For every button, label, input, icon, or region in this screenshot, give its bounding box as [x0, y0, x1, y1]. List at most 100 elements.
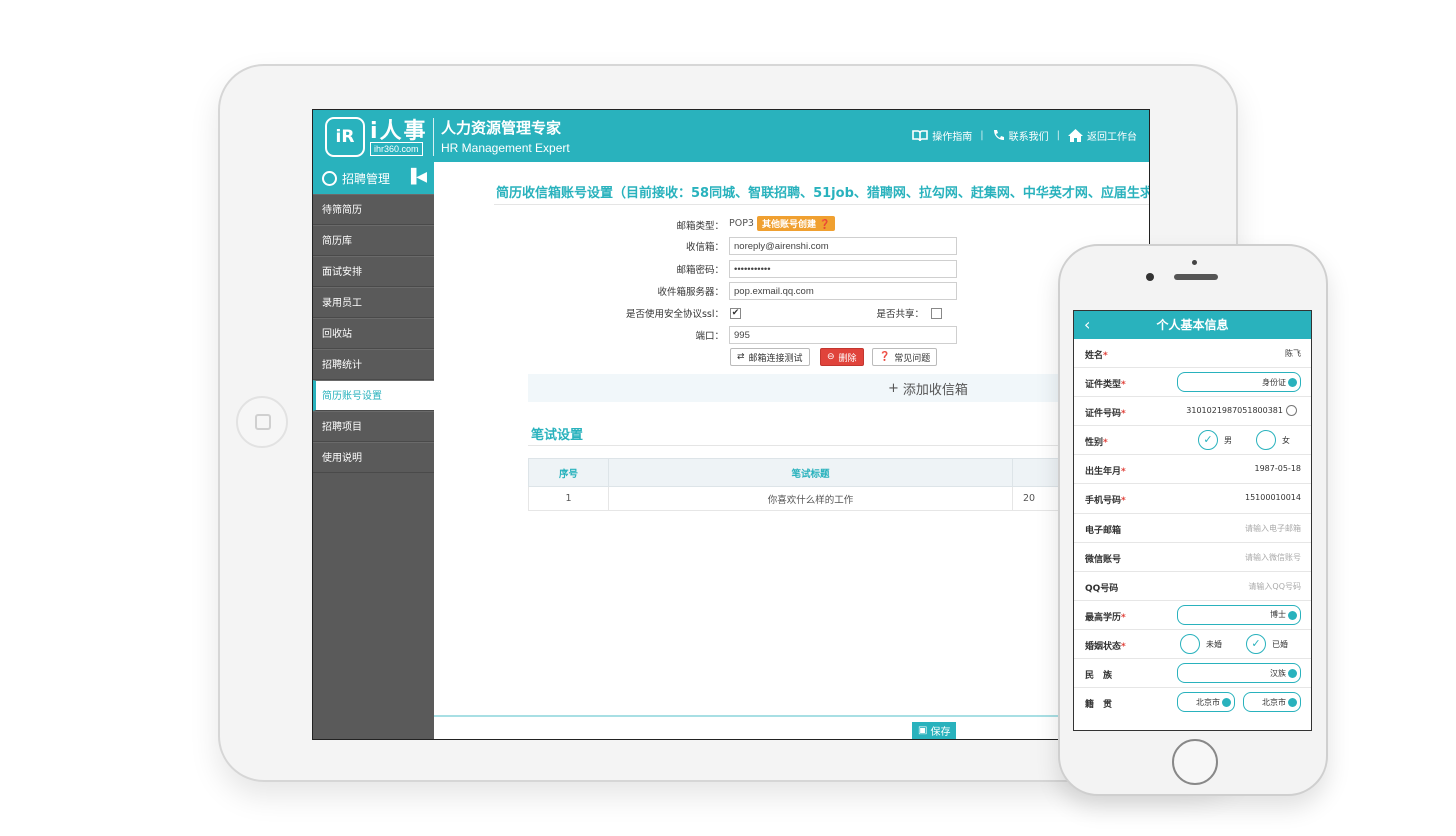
list-item[interactable]: 出生年月* 1987-05-18 — [1074, 455, 1311, 485]
select-value: 北京市 — [1196, 697, 1220, 707]
field-label: 籍 贯 — [1085, 700, 1113, 711]
wechat-input[interactable]: 请输入微信账号 — [1245, 552, 1301, 563]
phone-header: ‹ 个人基本信息 — [1074, 311, 1311, 339]
sidebar-item-hired[interactable]: 录用员工 — [313, 287, 434, 318]
list-item[interactable]: 婚姻状态* 未婚 ✓ 已婚 — [1074, 630, 1311, 660]
nav-contact[interactable]: 联系我们 — [992, 128, 1049, 143]
save-button[interactable]: ▣ 保存 — [912, 722, 957, 739]
exam-section-divider — [528, 445, 1149, 446]
required-mark: * — [1103, 438, 1108, 449]
page-title: 简历收信箱账号设置（目前接收：58同城、智联招聘、51job、猎聘网、拉勾网、赶… — [496, 186, 1150, 201]
brand-subtitle: HR Management Expert — [441, 141, 570, 155]
phone-sensor — [1192, 260, 1197, 265]
server-label: 收件箱服务器： — [657, 287, 724, 298]
ethnicity-select[interactable]: 汉族 — [1177, 663, 1301, 684]
sidebar-item-pending-resumes[interactable]: 待筛简历 — [313, 194, 434, 225]
list-item[interactable]: 籍 贯 北京市 北京市 — [1074, 688, 1311, 717]
nav-guide-label: 操作指南 — [932, 132, 973, 143]
back-chevron-icon[interactable]: ‹ — [1084, 311, 1090, 339]
email-input[interactable]: 请输入电子邮箱 — [1245, 523, 1301, 534]
education-select[interactable]: 博士 — [1177, 604, 1301, 625]
exam-table: 序号 笔试标题 1 你喜欢什么样的工作 20 — [528, 458, 1149, 511]
sidebar-item-statistics[interactable]: 招聘统计 — [313, 349, 434, 380]
gender-male-radio[interactable]: ✓ — [1198, 430, 1218, 451]
sidebar-item-account-settings[interactable]: 简历账号设置 — [313, 380, 434, 411]
chevron-down-icon — [1222, 698, 1231, 708]
refresh-icon[interactable] — [1286, 405, 1297, 417]
list-item[interactable]: 微信账号 请输入微信账号 — [1074, 543, 1311, 572]
faq-button[interactable]: ❓ 常见问题 — [872, 348, 938, 366]
sidebar-item-recycle-bin[interactable]: 回收站 — [313, 318, 434, 349]
recruit-icon — [322, 170, 337, 186]
password-input[interactable] — [729, 260, 957, 278]
tablet-home-button[interactable] — [236, 396, 288, 448]
field-label: 最高学历* — [1085, 610, 1126, 623]
inbox-input[interactable] — [729, 237, 957, 255]
share-label: 是否共享： — [876, 309, 924, 320]
server-input[interactable] — [729, 282, 957, 300]
logo-domain: ihr360.com — [370, 142, 423, 156]
delete-button[interactable]: ⊖ 删除 — [820, 348, 864, 366]
phone-home-button[interactable] — [1172, 739, 1218, 785]
field-label-text: 最高学历 — [1085, 612, 1122, 623]
table-cell: 你喜欢什么样的工作 — [608, 486, 1013, 511]
other-account-tag[interactable]: 其他账号创建 ❓ — [757, 216, 836, 231]
test-connection-button[interactable]: ⇄ 邮箱连接测试 — [730, 348, 810, 366]
required-mark: * — [1121, 467, 1126, 478]
sidebar-item-projects[interactable]: 招聘项目 — [313, 411, 434, 442]
sidebar-item-resume-library[interactable]: 简历库 — [313, 225, 434, 256]
list-item[interactable]: 证件类型* 身份证 — [1074, 368, 1311, 398]
field-label-text: 姓名 — [1085, 351, 1104, 361]
phone-speaker — [1174, 274, 1218, 280]
mail-type-label: 邮箱类型： — [676, 221, 724, 232]
field-value: 陈飞 — [1285, 349, 1301, 358]
title-divider — [494, 204, 1149, 205]
required-mark: * — [1121, 612, 1126, 623]
share-checkbox[interactable] — [931, 308, 942, 319]
field-label: 婚姻状态* — [1085, 639, 1126, 652]
field-label: 手机号码* — [1085, 493, 1126, 506]
list-item[interactable]: 电子邮箱 请输入电子邮箱 — [1074, 514, 1311, 543]
test-connection-label: 邮箱连接测试 — [748, 353, 803, 364]
city-select[interactable]: 北京市 — [1243, 692, 1301, 713]
list-item[interactable]: 手机号码* 15100010014 — [1074, 484, 1311, 514]
nav-workbench-label: 返回工作台 — [1087, 132, 1137, 143]
nav-workbench[interactable]: 返回工作台 — [1068, 128, 1137, 143]
list-item[interactable]: QQ号码 请输入QQ号码 — [1074, 572, 1311, 601]
list-item[interactable]: 性别* ✓ 男 女 — [1074, 426, 1311, 456]
field-label: QQ号码 — [1085, 583, 1119, 594]
app-header: iR i人事 ihr360.com 人力资源管理专家 HR Management… — [313, 110, 1149, 162]
required-mark: * — [1121, 496, 1126, 507]
list-item[interactable]: 民 族 汉族 — [1074, 659, 1311, 689]
marital-married-radio[interactable]: ✓ — [1246, 633, 1266, 654]
gender-female-radio[interactable] — [1256, 430, 1276, 451]
list-item[interactable]: 最高学历* 博士 — [1074, 601, 1311, 630]
ssl-checkbox[interactable]: ✔ — [730, 308, 741, 319]
province-select[interactable]: 北京市 — [1177, 692, 1235, 713]
id-type-select[interactable]: 身份证 — [1177, 372, 1301, 393]
sidebar-item-interviews[interactable]: 面试安排 — [313, 256, 434, 287]
home-icon — [1068, 129, 1083, 142]
field-label-text: 证件号码 — [1085, 409, 1122, 420]
phone-screen: ‹ 个人基本信息 姓名* 陈飞 证件类型* 身份证 证件号码* 31010219… — [1073, 310, 1312, 731]
sidebar-item-help[interactable]: 使用说明 — [313, 442, 434, 473]
logo-text: i人事 — [370, 119, 428, 144]
port-input[interactable] — [729, 326, 957, 344]
qq-input[interactable]: 请输入QQ号码 — [1248, 581, 1301, 592]
table-row[interactable]: 1 你喜欢什么样的工作 20 — [528, 486, 1149, 511]
list-item[interactable]: 证件号码* 3101021987051800381 — [1074, 397, 1311, 427]
required-mark: * — [1121, 380, 1126, 391]
add-mailbox-bar[interactable]: + 添加收信箱 — [528, 374, 1149, 402]
header-nav: 操作指南 | 联系我们 | 返回工作台 — [912, 128, 1137, 143]
logo-badge: iR — [325, 117, 365, 157]
nav-guide[interactable]: 操作指南 — [912, 128, 972, 143]
minus-circle-icon: ⊖ — [827, 352, 835, 362]
field-label: 民 族 — [1085, 671, 1113, 682]
field-label: 电子邮箱 — [1085, 525, 1122, 536]
list-item[interactable]: 姓名* 陈飞 — [1074, 339, 1311, 369]
collapse-icon[interactable]: ▐◀ — [405, 169, 427, 185]
tablet-screen: iR i人事 ihr360.com 人力资源管理专家 HR Management… — [312, 109, 1150, 740]
marital-single-radio[interactable] — [1180, 633, 1200, 654]
book-icon — [912, 129, 929, 141]
ssl-label: 是否使用安全协议ssl： — [625, 309, 724, 320]
